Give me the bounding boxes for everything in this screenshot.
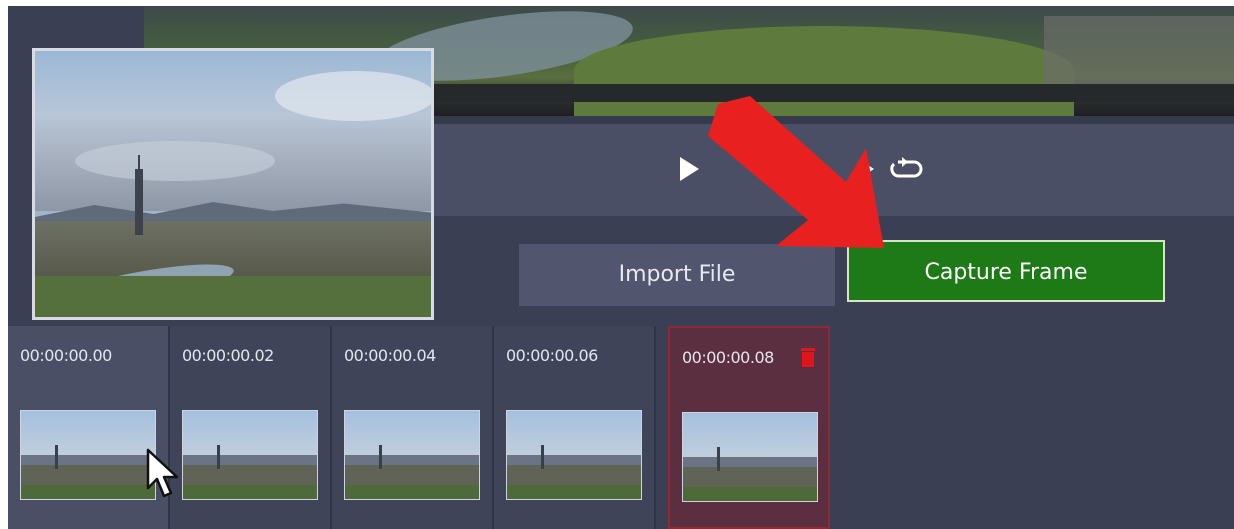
preview-cloud [75, 141, 275, 181]
thumb-city [345, 465, 479, 487]
video-field [574, 26, 1074, 116]
thumb-tower [379, 445, 382, 469]
capture-frame-button[interactable]: Capture Frame [847, 240, 1165, 302]
thumb-sky [183, 411, 317, 461]
thumb-mountains [21, 455, 155, 465]
thumb-city [183, 465, 317, 487]
frame-timeline: 00:00:00.00 00:00:00.02 00:00:00.04 00:0… [8, 326, 1234, 529]
frame-timestamp: 00:00:00.00 [20, 346, 112, 365]
frame-thumbnail [682, 412, 818, 502]
thumb-sky [345, 411, 479, 461]
loop-icon [890, 157, 923, 178]
thumb-city [507, 465, 641, 487]
thumb-ground [683, 487, 817, 501]
frame-thumbnail [182, 410, 318, 500]
frame-thumbnail-item[interactable]: 00:00:00.02 [170, 326, 332, 529]
thumb-mountains [507, 455, 641, 465]
thumb-city [21, 465, 155, 487]
loop-button[interactable] [888, 154, 924, 184]
cursor-icon [146, 448, 180, 500]
thumb-mountains [183, 455, 317, 465]
frame-timestamp: 00:00:00.06 [506, 346, 598, 365]
frame-thumbnail-item[interactable]: 00:00:00.04 [332, 326, 494, 529]
video-city [1044, 16, 1234, 86]
trash-icon[interactable] [800, 346, 816, 368]
thumb-tower [217, 445, 220, 469]
import-file-button[interactable]: Import File [519, 244, 835, 306]
thumb-sky [683, 413, 817, 463]
thumb-ground [21, 485, 155, 499]
preview-image [32, 48, 434, 320]
thumb-mountains [345, 455, 479, 465]
thumb-ground [183, 485, 317, 499]
thumb-city [683, 467, 817, 489]
frame-thumbnail-item[interactable]: 00:00:00.06 [494, 326, 656, 529]
thumb-tower [55, 445, 58, 469]
thumb-sky [507, 411, 641, 461]
thumb-ground [345, 485, 479, 499]
thumb-tower [717, 447, 720, 471]
frame-timestamp: 00:00:00.04 [344, 346, 436, 365]
thumb-tower [541, 445, 544, 469]
preview-tower [135, 155, 143, 235]
frame-thumbnail [20, 410, 156, 500]
play-button[interactable] [678, 156, 700, 182]
next-frame-icon[interactable] [858, 158, 878, 180]
frame-thumbnail [506, 410, 642, 500]
frame-timestamp: 00:00:00.02 [182, 346, 274, 365]
frame-thumbnail [344, 410, 480, 500]
preview-ground [35, 276, 431, 317]
preview-cloud [275, 71, 431, 121]
thumb-mountains [683, 457, 817, 467]
thumb-ground [507, 485, 641, 499]
frame-thumbnail-item-selected[interactable]: 00:00:00.08 [668, 326, 830, 529]
thumb-sky [21, 411, 155, 461]
play-icon [680, 157, 699, 181]
frame-timestamp: 00:00:00.08 [682, 348, 774, 367]
